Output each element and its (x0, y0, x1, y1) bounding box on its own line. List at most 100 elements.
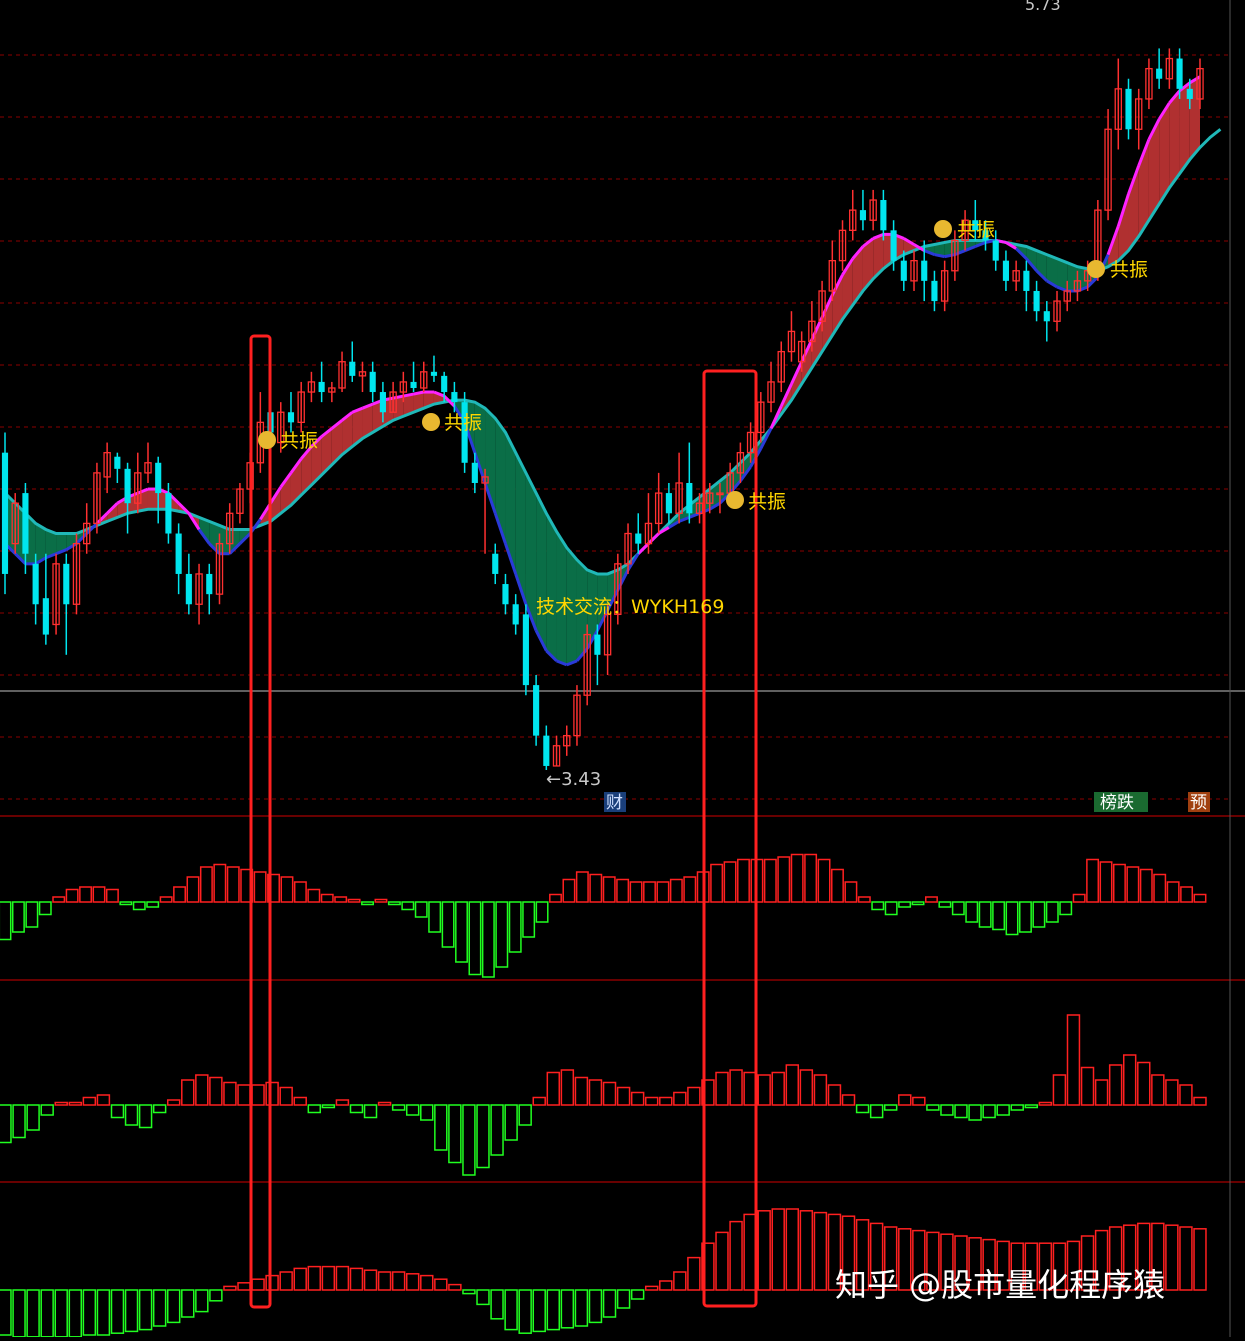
histogram-bar (968, 1104, 982, 1121)
histogram-bar (428, 901, 442, 933)
histogram-bar (1052, 1074, 1067, 1106)
candle-body (175, 533, 182, 574)
histogram-bar (1005, 901, 1019, 936)
histogram-bar (790, 853, 804, 903)
histogram-bar (96, 1094, 111, 1106)
histogram-bar (96, 1289, 111, 1336)
candle-body (430, 371, 438, 376)
histogram-bar (926, 1104, 940, 1111)
histogram-bar (391, 1104, 406, 1111)
histogram-bar (265, 1274, 279, 1291)
histogram-bar (844, 881, 858, 903)
histogram-bar (588, 1079, 603, 1106)
histogram-bar (79, 886, 93, 903)
histogram-bar (1193, 1228, 1207, 1291)
histogram-bar (602, 1081, 617, 1106)
histogram-bar (574, 1076, 589, 1106)
histogram-bar (1059, 901, 1073, 916)
candle-body (859, 210, 867, 221)
histogram-bar (560, 1069, 575, 1106)
candle-body (42, 598, 49, 635)
histogram-bar (391, 1271, 406, 1291)
histogram-bar (575, 871, 589, 903)
histogram-bar (616, 878, 630, 903)
histogram-bar (855, 1104, 870, 1114)
histogram-bar (462, 1289, 476, 1295)
histogram-bar (209, 1076, 223, 1106)
histogram-bar (1018, 901, 1032, 933)
histogram-bar (321, 1265, 336, 1291)
histogram-bar (374, 898, 388, 903)
kline-chart[interactable]: 5.73 ←3.43 技术交流：WYKH169 共振 共振 共振 共振 共振 财… (0, 0, 1245, 1338)
histogram-bar (504, 1289, 518, 1331)
histogram-bar (644, 1285, 659, 1291)
histogram-bar (630, 1091, 645, 1106)
highlight-box-left (249, 334, 272, 1309)
histogram-bar (508, 901, 522, 953)
histogram-bar (195, 1289, 209, 1313)
candle-body (543, 735, 550, 766)
histogram-bar (1193, 1096, 1207, 1106)
yu-badge[interactable]: 预 (1190, 793, 1207, 813)
candle-body (165, 493, 172, 534)
histogram-bar (223, 1081, 237, 1106)
histogram-bar (152, 1289, 167, 1327)
histogram-bar (1193, 893, 1207, 903)
candle-body (349, 361, 356, 376)
candle-body (921, 260, 928, 281)
histogram-bar (110, 1104, 125, 1119)
histogram-bar (898, 901, 912, 908)
histogram-bar (251, 1084, 265, 1106)
histogram-bar (237, 1282, 251, 1291)
histogram-bar (293, 1267, 307, 1291)
histogram-bar (52, 896, 66, 903)
histogram-bar (138, 1104, 153, 1129)
histogram-bar (307, 1265, 322, 1291)
histogram-bar (420, 1104, 434, 1121)
slow-ma-line (3, 128, 1222, 576)
low-price-label: ←3.43 (546, 769, 601, 790)
histogram-bar (414, 901, 428, 918)
histogram-bar (965, 901, 979, 923)
histogram-bar (831, 868, 844, 903)
candle-body (1023, 270, 1030, 291)
histogram-bar (124, 1104, 139, 1126)
candle-body (594, 634, 601, 655)
histogram-bar (629, 881, 643, 903)
candle-body (533, 685, 540, 736)
histogram-bar (26, 1104, 40, 1131)
histogram-bar (349, 1104, 364, 1114)
candle-body (1125, 88, 1132, 130)
histogram-bar (1165, 1224, 1179, 1291)
histogram-bar (996, 1104, 1010, 1116)
histogram-bar (124, 1289, 139, 1333)
histogram-bar (226, 866, 240, 903)
candle-body (1176, 58, 1183, 89)
histogram-bar (743, 1213, 757, 1291)
histogram-bar (757, 1074, 771, 1106)
histogram-bar (1094, 1079, 1109, 1106)
histogram-bar (320, 893, 334, 903)
candle-body (1, 452, 9, 574)
money-bag-icon (934, 220, 952, 238)
candle-body (369, 371, 376, 393)
histogram-bar (857, 896, 871, 903)
histogram-bar (335, 1099, 350, 1106)
resonance-label: 共振 (444, 412, 482, 434)
candle-body (931, 280, 938, 302)
histogram-bar (687, 1086, 701, 1106)
histogram-bar (898, 1094, 912, 1106)
histogram-bar (659, 1280, 673, 1291)
candle-body (206, 573, 213, 595)
histogram-bar (347, 898, 361, 903)
histogram-bar (602, 1289, 617, 1318)
histogram-bar (279, 1271, 293, 1291)
resonance-marker-3: 共振 (726, 491, 786, 513)
bang-badge[interactable]: 榜跌 (1100, 793, 1134, 813)
histogram-bar (1045, 901, 1059, 923)
candle-body (635, 533, 642, 544)
resonance-label: 共振 (748, 491, 786, 513)
contact-label: 技术交流：WYKH169 (536, 596, 724, 618)
cai-badge[interactable]: 财 (606, 793, 623, 813)
histogram-bar (992, 901, 1006, 931)
